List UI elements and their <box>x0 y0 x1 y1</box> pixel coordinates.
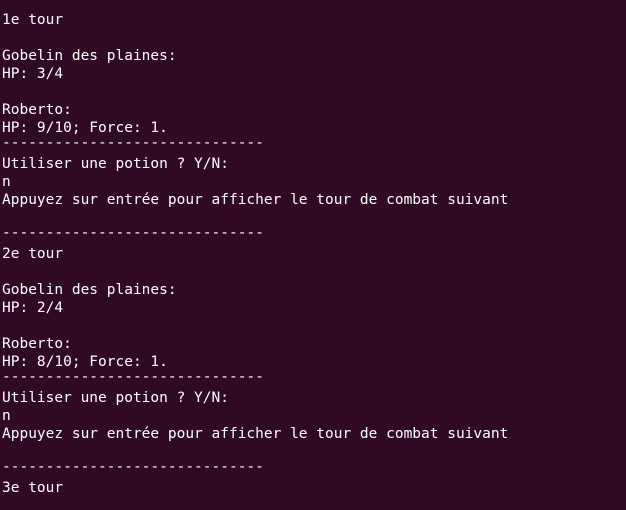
output-line: Roberto: <box>2 336 72 352</box>
output-line: HP: 2/4 <box>2 300 64 316</box>
output-line: 2e tour <box>2 246 64 262</box>
output-line: Utiliser une potion ? Y/N: <box>2 156 229 172</box>
separator-line: ------------------------------ <box>2 137 264 151</box>
output-line: Utiliser une potion ? Y/N: <box>2 390 229 406</box>
output-line: 1e tour <box>2 12 64 28</box>
separator-line: ------------------------------ <box>2 227 264 241</box>
separator-line: ------------------------------ <box>2 371 264 385</box>
output-line: Appuyez sur entrée pour afficher le tour… <box>2 426 509 442</box>
output-line: Gobelin des plaines: <box>2 282 177 298</box>
terminal-output: ------------------------------1e tourGob… <box>2 0 626 497</box>
output-line: HP: 3/4 <box>2 66 64 82</box>
output-line: HP: 8/10; Force: 1. <box>2 354 168 370</box>
separator-line: ------------------------------ <box>2 0 626 11</box>
user-input-line: n <box>2 408 11 424</box>
output-line: 3e tour <box>2 480 64 496</box>
user-input-line: n <box>2 174 11 190</box>
output-line: Appuyez sur entrée pour afficher le tour… <box>2 192 509 208</box>
separator-line: ------------------------------ <box>2 461 264 475</box>
output-line: Roberto: <box>2 102 72 118</box>
terminal-window[interactable]: ------------------------------1e tourGob… <box>0 0 626 510</box>
output-line: HP: 9/10; Force: 1. <box>2 120 168 136</box>
output-line: Gobelin des plaines: <box>2 48 177 64</box>
